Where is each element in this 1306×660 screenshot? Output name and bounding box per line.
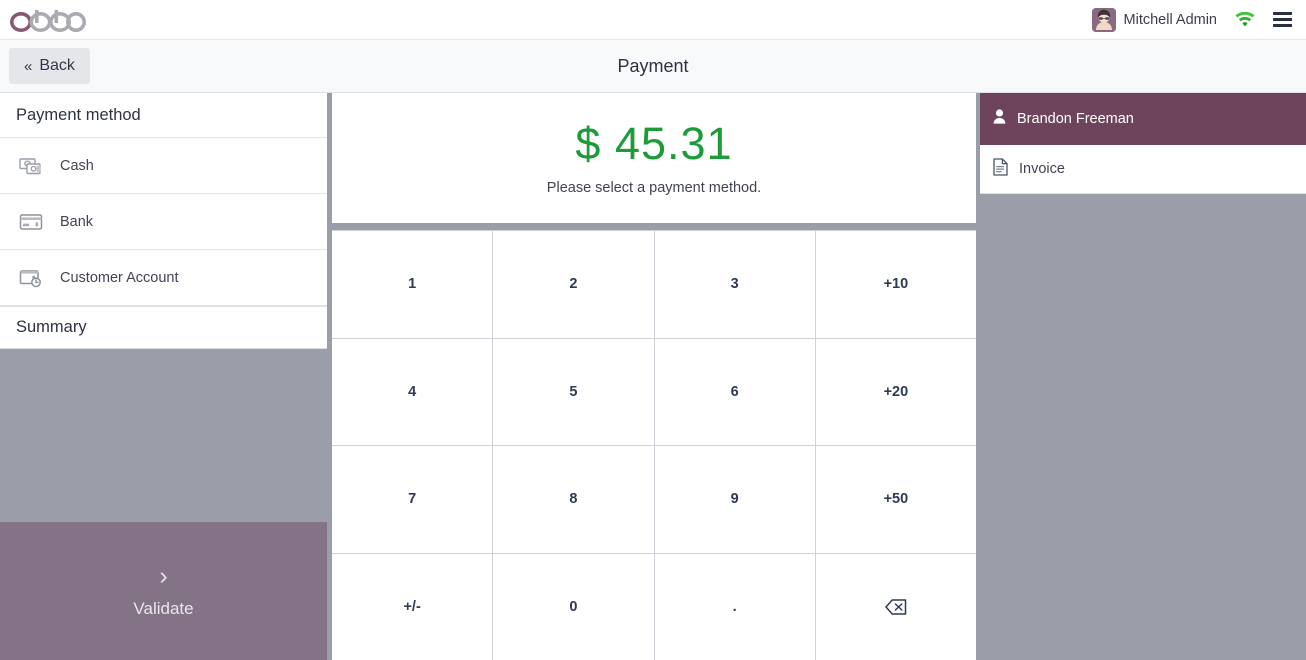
numpad-key-decimal[interactable]: . xyxy=(654,553,815,660)
payment-center-pane: $ 45.31 Please select a payment method. … xyxy=(332,93,976,660)
numpad-key-5[interactable]: 5 xyxy=(493,338,654,445)
pos-payment-screen: Mitchell Admin « Back Payment Payment me… xyxy=(0,0,1306,660)
order-lines-area xyxy=(980,194,1306,660)
summary-header: Summary xyxy=(0,307,327,349)
odoo-logo[interactable] xyxy=(10,7,86,33)
customer-name: Brandon Freeman xyxy=(1017,111,1134,127)
wifi-icon[interactable] xyxy=(1235,11,1255,29)
back-button[interactable]: « Back xyxy=(9,48,90,84)
amount-due-value: $ 45.31 xyxy=(575,117,733,169)
payment-method-list: Payment method Cash Bank Customer Accoun… xyxy=(0,93,327,307)
payment-method-label: Cash xyxy=(60,157,94,174)
back-chevron-icon: « xyxy=(24,57,33,75)
payment-method-bank[interactable]: Bank xyxy=(0,194,327,250)
payment-method-label: Bank xyxy=(60,213,94,230)
navbar-right-group: Mitchell Admin xyxy=(1091,7,1292,32)
user-menu[interactable]: Mitchell Admin xyxy=(1091,7,1217,32)
invoice-label: Invoice xyxy=(1019,161,1065,177)
payment-method-cash[interactable]: Cash xyxy=(0,138,327,194)
payment-methods-pane: Payment method Cash Bank Customer Accoun… xyxy=(0,93,327,660)
menu-bar xyxy=(1273,18,1292,21)
chevron-right-icon: › xyxy=(159,561,168,590)
back-button-label: Back xyxy=(39,57,75,74)
numpad-key-backspace[interactable] xyxy=(815,553,976,660)
order-info-pane: Brandon Freeman Invoice xyxy=(980,93,1306,660)
numpad-key-plus10[interactable]: +10 xyxy=(815,231,976,338)
screen-subheader: « Back Payment xyxy=(0,40,1306,93)
validate-button-label: Validate xyxy=(133,598,194,618)
numpad-key-7[interactable]: 7 xyxy=(332,446,493,553)
cash-icon xyxy=(18,154,44,178)
amount-display-card: $ 45.31 Please select a payment method. xyxy=(332,93,976,223)
numpad-key-4[interactable]: 4 xyxy=(332,338,493,445)
numpad-key-1[interactable]: 1 xyxy=(332,231,493,338)
validate-button[interactable]: › Validate xyxy=(0,522,327,660)
numpad-key-plus50[interactable]: +50 xyxy=(815,446,976,553)
numpad-key-9[interactable]: 9 xyxy=(654,446,815,553)
avatar xyxy=(1091,7,1116,32)
numpad-key-2[interactable]: 2 xyxy=(493,231,654,338)
payment-hint-text: Please select a payment method. xyxy=(546,179,762,196)
numpad-key-plus20[interactable]: +20 xyxy=(815,338,976,445)
customer-account-icon xyxy=(18,266,44,290)
payment-method-customer-account[interactable]: Customer Account xyxy=(0,250,327,306)
user-name: Mitchell Admin xyxy=(1123,11,1217,28)
customer-selector[interactable]: Brandon Freeman xyxy=(980,93,1306,145)
backspace-icon xyxy=(885,599,907,615)
numpad-key-3[interactable]: 3 xyxy=(654,231,815,338)
hamburger-menu-icon[interactable] xyxy=(1273,12,1292,27)
numpad-key-0[interactable]: 0 xyxy=(493,553,654,660)
numpad: 1 2 3 +10 4 5 6 +20 7 8 9 +50 +/- 0 . xyxy=(332,230,976,660)
payment-method-header: Payment method xyxy=(0,93,327,138)
numpad-key-sign[interactable]: +/- xyxy=(332,553,493,660)
main-content: Payment method Cash Bank Customer Accoun… xyxy=(0,93,1306,660)
numpad-key-8[interactable]: 8 xyxy=(493,446,654,553)
top-navbar: Mitchell Admin xyxy=(0,0,1306,40)
summary-body xyxy=(0,349,327,522)
person-icon xyxy=(993,109,1006,129)
document-icon xyxy=(993,157,1008,181)
credit-card-icon xyxy=(18,210,44,234)
invoice-toggle[interactable]: Invoice xyxy=(980,145,1306,194)
menu-bar xyxy=(1273,12,1292,15)
page-title: Payment xyxy=(617,55,689,76)
numpad-key-6[interactable]: 6 xyxy=(654,338,815,445)
payment-method-label: Customer Account xyxy=(60,269,179,286)
menu-bar xyxy=(1273,24,1292,27)
